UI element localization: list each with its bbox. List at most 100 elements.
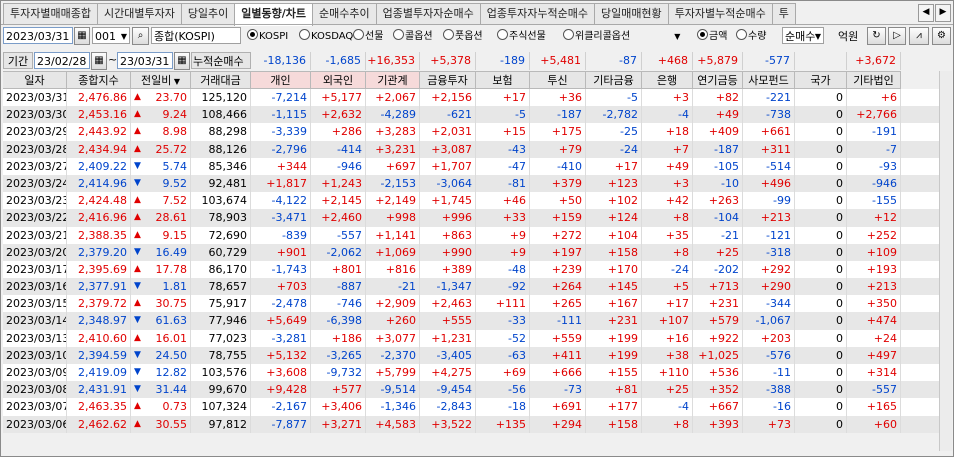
radio-futures[interactable]: 선물	[353, 29, 383, 45]
column-header[interactable]: 국가	[795, 71, 847, 89]
table-row[interactable]: 2023/03/13 2,410.60 ▲ 16.01 77,023 -3,281 +186…	[3, 329, 951, 347]
net-buy-cell: -576	[743, 346, 795, 364]
net-buy-cell: +5,649	[251, 312, 311, 330]
table-row[interactable]: 2023/03/31 2,476.86 ▲ 23.70 125,120 -7,214 +5,…	[3, 89, 951, 107]
tab-divider	[1, 24, 953, 25]
tab-10[interactable]: 투	[771, 3, 796, 24]
tab-5[interactable]: 순매수추이	[312, 3, 377, 24]
calendar-icon[interactable]: ▦	[91, 52, 107, 70]
refresh-icon[interactable]: ↻	[867, 27, 886, 45]
table-row[interactable]: 2023/03/10 2,394.59 ▼ 24.50 78,755 +5,132 -3,2…	[3, 346, 951, 364]
table-row[interactable]: 2023/03/08 2,431.91 ▼ 31.44 99,670 +9,428 +577…	[3, 381, 951, 399]
date-input[interactable]: 2023/03/31	[3, 27, 73, 44]
chart-icon[interactable]: ⩘	[909, 27, 929, 45]
table-row[interactable]: 2023/03/06 2,462.62 ▲ 30.55 97,812 -7,877 +3,2…	[3, 415, 951, 433]
net-buy-cell: +213	[847, 278, 901, 296]
tab-3[interactable]: 당일추이	[180, 3, 236, 24]
radio-kosdaq[interactable]: KOSDAQ	[299, 29, 353, 45]
column-header[interactable]: 투신	[530, 71, 586, 89]
tab-6[interactable]: 업종별투자자순매수	[375, 3, 481, 24]
change-cell: ▲ 0.73	[131, 398, 191, 416]
volume-cell: 78,657	[191, 278, 251, 296]
net-buy-cell: +165	[847, 398, 901, 416]
column-header[interactable]: 연기금등	[693, 71, 743, 89]
tab-2[interactable]: 시간대별투자자	[96, 3, 182, 24]
radio-weekly-call[interactable]: 위클리콜옵션 ▼	[563, 29, 680, 45]
vertical-scrollbar[interactable]	[939, 71, 952, 451]
table-row[interactable]: 2023/03/24 2,414.96 ▼ 9.52 92,481 +1,817 +1,24…	[3, 174, 951, 193]
column-header[interactable]: 기타법인	[847, 71, 901, 89]
tab-prev-icon[interactable]: ◀	[918, 4, 934, 22]
calendar-icon[interactable]: ▦	[74, 27, 90, 45]
column-header[interactable]: 은행	[642, 71, 693, 89]
down-arrow-icon: ▼	[134, 367, 141, 377]
net-buy-cell: +17	[476, 89, 530, 107]
net-buy-cell: -3,339	[251, 123, 311, 141]
net-buy-cell: +579	[693, 312, 743, 330]
volume-cell: 125,120	[191, 89, 251, 107]
radio-put-option[interactable]: 풋옵션	[443, 29, 483, 45]
table-row[interactable]: 2023/03/29 2,443.92 ▲ 8.98 88,298 -3,339 +286 +…	[3, 123, 951, 141]
radio-label: 금액	[709, 31, 728, 42]
column-header[interactable]: 전일비 ▼	[131, 71, 191, 89]
tab-1[interactable]: 투자자별매매종합	[3, 3, 98, 24]
column-header[interactable]: 개인	[251, 71, 311, 89]
net-buy-cell: -155	[847, 192, 901, 210]
table-row[interactable]: 2023/03/09 2,419.09 ▼ 12.82 103,576 +3,608 -9,…	[3, 364, 951, 382]
table-row[interactable]: 2023/03/23 2,424.48 ▲ 7.52 103,674 -4,122 +2,1…	[3, 192, 951, 210]
change-cell: ▲ 8.98	[131, 123, 191, 141]
settings-icon[interactable]: ⚙	[932, 27, 951, 45]
radio-quantity[interactable]: 수량	[736, 29, 766, 45]
column-header-label: 전일비	[140, 74, 172, 87]
column-header[interactable]: 금융투자	[420, 71, 476, 89]
period-to-input[interactable]: 23/03/31	[117, 52, 173, 69]
table-row[interactable]: 2023/03/15 2,379.72 ▲ 30.75 75,917 -2,478 -746…	[3, 295, 951, 313]
net-buy-cell: +36	[530, 89, 586, 107]
column-header[interactable]: 거래대금	[191, 71, 251, 89]
tab-9[interactable]: 투자자별누적순매수	[667, 3, 773, 24]
table-row[interactable]: 2023/03/07 2,463.35 ▲ 0.73 107,324 -2,167 +3,4…	[3, 398, 951, 416]
volume-cell: 92,481	[191, 174, 251, 193]
search-icon[interactable]: ⌕	[132, 27, 149, 45]
column-header[interactable]: 종합지수	[67, 71, 131, 89]
change-cell: ▲ 7.52	[131, 192, 191, 210]
column-header[interactable]: 외국인	[311, 71, 366, 89]
index-code-select[interactable]: 001 ▼	[92, 27, 130, 44]
volume-cell: 72,690	[191, 226, 251, 244]
tab-7[interactable]: 업종투자자누적순매수	[479, 3, 595, 24]
trade-type-select[interactable]: 순매수 ▼	[782, 27, 824, 44]
next-icon[interactable]: ▷	[888, 27, 906, 45]
column-header[interactable]: 기타금융	[586, 71, 642, 89]
table-row[interactable]: 2023/03/30 2,453.16 ▲ 9.24 108,466 -1,115 +2,6…	[3, 106, 951, 124]
tab-next-icon[interactable]: ▶	[935, 4, 951, 22]
period-from-input[interactable]: 23/02/28	[34, 52, 90, 69]
table-row[interactable]: 2023/03/14 2,348.97 ▼ 61.63 77,946 +5,649 -6,3…	[3, 312, 951, 330]
column-header-label: 개인	[270, 74, 291, 87]
change-cell: ▲ 30.75	[131, 295, 191, 313]
radio-call-option[interactable]: 콜옵션	[393, 29, 433, 45]
column-header[interactable]: 기관계	[366, 71, 420, 89]
radio-stock-futures[interactable]: 주식선물	[497, 29, 546, 45]
calendar-icon[interactable]: ▦	[174, 52, 190, 70]
net-buy-cell: +3,608	[251, 364, 311, 382]
table-row[interactable]: 2023/03/20 2,379.20 ▼ 16.49 60,729 +901 -2,062…	[3, 243, 951, 261]
column-header[interactable]: 사모펀드	[743, 71, 795, 89]
radio-kospi[interactable]: KOSPI	[247, 29, 288, 45]
table-row[interactable]: 2023/03/28 2,434.94 ▲ 25.72 88,126 -2,796 -414…	[3, 140, 951, 158]
radio-amount[interactable]: 금액	[697, 29, 727, 45]
tab-8[interactable]: 당일매매현황	[593, 3, 669, 24]
window-frame: 투자자별매매종합 시간대별투자자 당일추이 일별동향/차트 순매수추이 업종별투자자순매수…	[0, 0, 954, 457]
column-header[interactable]: 일자	[3, 71, 67, 89]
net-buy-cell: +1,745	[420, 192, 476, 210]
date-cell: 2023/03/16	[3, 278, 67, 296]
net-buy-cell: +8	[642, 209, 693, 227]
table-row[interactable]: 2023/03/27 2,409.22 ▼ 5.74 85,346 +344 -946 +69…	[3, 157, 951, 175]
tab-4[interactable]: 일별동향/차트	[234, 3, 314, 26]
sort-arrow-icon[interactable]: ▼	[171, 77, 180, 86]
column-header[interactable]: 보험	[476, 71, 530, 89]
table-row[interactable]: 2023/03/17 2,395.69 ▲ 17.78 86,170 -1,743 +801…	[3, 260, 951, 279]
table-row[interactable]: 2023/03/21 2,388.35 ▲ 9.15 72,690 -839 -557 +1,…	[3, 226, 951, 244]
table-row[interactable]: 2023/03/16 2,377.91 ▼ 1.81 78,657 +703 -887 -21…	[3, 278, 951, 296]
period-label: 기간	[3, 52, 33, 69]
table-row[interactable]: 2023/03/22 2,416.96 ▲ 28.61 78,903 -3,471 +2,4…	[3, 209, 951, 227]
